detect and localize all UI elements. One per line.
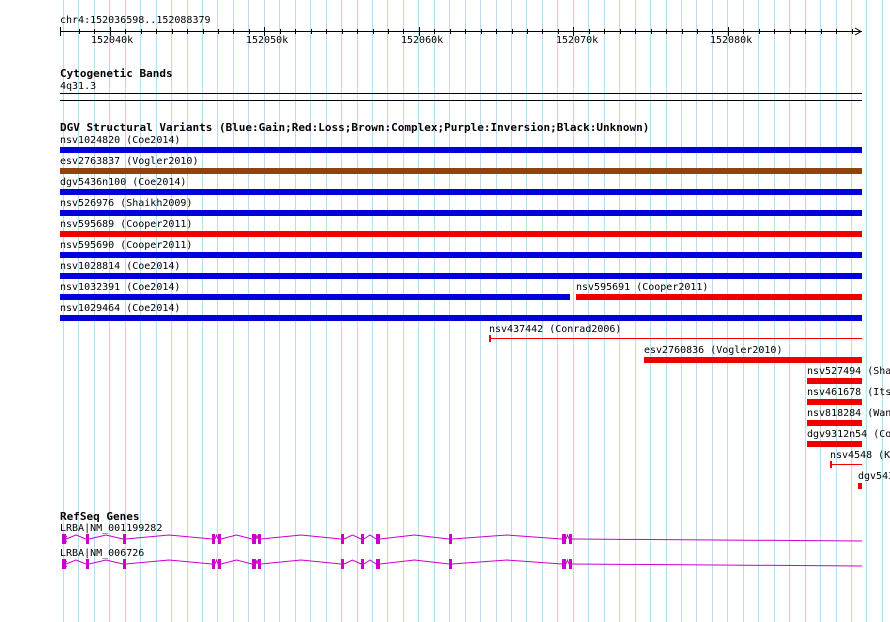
cytoband-line-top <box>60 93 862 94</box>
dgv-variant-bar[interactable] <box>60 273 862 279</box>
ruler-tick-label: 152070k <box>556 35 599 46</box>
dgv-variant-label[interactable]: nsv595691 (Cooper2011) <box>576 282 708 293</box>
gene-exon[interactable] <box>449 559 452 569</box>
gene-exon[interactable] <box>449 534 452 544</box>
gene-exon[interactable] <box>562 534 566 544</box>
dgv-variant-bar[interactable] <box>807 420 862 426</box>
dgv-variant-label[interactable]: nsv1028814 (Coe2014) <box>60 261 180 272</box>
gene-exon[interactable] <box>569 559 572 569</box>
gene-exon[interactable] <box>252 559 256 569</box>
gene-intron-line <box>65 558 863 567</box>
dgv-variant-label[interactable]: esv2763837 (Vogler2010) <box>60 156 198 167</box>
gene-exon[interactable] <box>376 534 380 544</box>
dgv-variant-start-cap <box>830 461 832 468</box>
dgv-variant-label[interactable]: nsv1032391 (Coe2014) <box>60 282 180 293</box>
dgv-variant-bar[interactable] <box>858 483 862 489</box>
dgv-variant-bar[interactable] <box>644 357 862 363</box>
gene-intron-line <box>65 533 863 542</box>
gene-exon[interactable] <box>258 534 261 544</box>
dgv-variant-bar[interactable] <box>489 338 862 339</box>
dgv-variant-bar[interactable] <box>60 210 862 216</box>
gene-exon[interactable] <box>361 559 364 569</box>
dgv-variant-label[interactable]: nsv1024820 (Coe2014) <box>60 135 180 146</box>
dgv-variant-label[interactable]: dgv5436n100 (Coe2014) <box>60 177 186 188</box>
dgv-variant-label[interactable]: nsv595689 (Cooper2011) <box>60 219 192 230</box>
dgv-variant-label[interactable]: nsv527494 (Sha <box>807 366 890 377</box>
gene-exon[interactable] <box>212 559 215 569</box>
cytoband-track-title[interactable]: Cytogenetic Bands <box>60 68 173 80</box>
gene-exon[interactable] <box>212 534 215 544</box>
dgv-variant-bar[interactable] <box>60 147 862 153</box>
dgv-variant-start-cap <box>489 335 491 342</box>
dgv-variant-bar[interactable] <box>807 378 862 384</box>
dgv-track-title[interactable]: DGV Structural Variants (Blue:Gain;Red:L… <box>60 122 649 134</box>
dgv-variant-label[interactable]: nsv437442 (Conrad2006) <box>489 324 621 335</box>
gene-exon[interactable] <box>218 534 221 544</box>
ruler-tick-label: 152060k <box>401 35 444 46</box>
dgv-variant-bar[interactable] <box>576 294 862 300</box>
ruler-tick-label: 152050k <box>246 35 289 46</box>
dgv-variant-bar[interactable] <box>60 252 862 258</box>
gene-exon[interactable] <box>123 559 126 569</box>
dgv-variant-label[interactable]: dgv543 <box>858 471 890 482</box>
gene-exon[interactable] <box>341 534 344 544</box>
gene-exon[interactable] <box>86 559 89 569</box>
dgv-variant-bar[interactable] <box>807 441 862 447</box>
gene-exon[interactable] <box>361 534 364 544</box>
cytoband-label: 4q31.3 <box>60 81 97 92</box>
dgv-variant-label[interactable]: nsv818284 (Wan <box>807 408 890 419</box>
gene-exon[interactable] <box>258 559 261 569</box>
ruler <box>60 27 862 36</box>
gene-exon[interactable] <box>86 534 89 544</box>
gene-exon[interactable] <box>218 559 221 569</box>
dgv-variant-bar[interactable] <box>60 294 570 300</box>
dgv-variant-bar[interactable] <box>60 315 862 321</box>
dgv-variant-label[interactable]: esv2760836 (Vogler2010) <box>644 345 782 356</box>
gene-exon[interactable] <box>569 534 572 544</box>
dgv-variant-label[interactable]: dgv9312n54 (Co <box>807 429 890 440</box>
dgv-variant-label[interactable]: nsv4548 (K <box>830 450 890 461</box>
dgv-variant-bar[interactable] <box>60 231 862 237</box>
gene-exon[interactable] <box>252 534 256 544</box>
gene-exon[interactable] <box>562 559 566 569</box>
gene-exon[interactable] <box>341 559 344 569</box>
dgv-variant-bar[interactable] <box>830 464 862 465</box>
dgv-variant-bar[interactable] <box>60 168 862 174</box>
genome-browser-panel: chr4:152036598..152088379 152040k 152050… <box>0 0 890 622</box>
dgv-variant-bar[interactable] <box>807 399 862 405</box>
dgv-variant-bar[interactable] <box>60 189 862 195</box>
dgv-variant-label[interactable]: nsv1029464 (Coe2014) <box>60 303 180 314</box>
dgv-variant-label[interactable]: nsv461678 (Its <box>807 387 890 398</box>
gene-exon[interactable] <box>376 559 380 569</box>
dgv-variant-label[interactable]: nsv526976 (Shaikh2009) <box>60 198 192 209</box>
ruler-tick-label: 152040k <box>91 35 134 46</box>
refseq-track-title[interactable]: RefSeq Genes <box>60 511 139 523</box>
gene-exon[interactable] <box>123 534 126 544</box>
dgv-variant-label[interactable]: nsv595690 (Cooper2011) <box>60 240 192 251</box>
refseq-gene-models <box>62 533 863 569</box>
ruler-tick-label: 152080k <box>710 35 753 46</box>
cytoband-line-bottom <box>60 100 862 101</box>
